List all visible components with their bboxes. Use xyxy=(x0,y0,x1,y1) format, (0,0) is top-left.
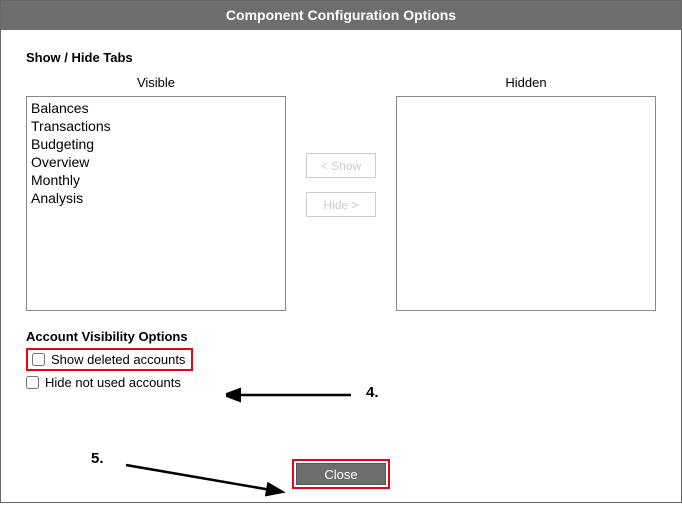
hidden-column: Hidden xyxy=(396,75,656,311)
account-visibility-title: Account Visibility Options xyxy=(26,329,656,344)
show-deleted-checkbox[interactable] xyxy=(32,353,45,366)
hide-unused-label: Hide not used accounts xyxy=(45,375,181,390)
list-item[interactable]: Analysis xyxy=(31,189,281,207)
highlight-close: Close xyxy=(292,459,390,489)
account-visibility-section: Account Visibility Options Show deleted … xyxy=(26,329,656,390)
show-deleted-row: Show deleted accounts xyxy=(32,352,185,367)
visible-column: Visible BalancesTransactionsBudgetingOve… xyxy=(26,75,286,311)
hide-unused-checkbox[interactable] xyxy=(26,376,39,389)
list-item[interactable]: Balances xyxy=(31,99,281,117)
show-deleted-label: Show deleted accounts xyxy=(51,352,185,367)
hidden-listbox[interactable] xyxy=(396,96,656,311)
section-show-hide-tabs: Show / Hide Tabs xyxy=(26,50,656,65)
dialog-footer: Close xyxy=(1,459,681,489)
visible-listbox[interactable]: BalancesTransactionsBudgetingOverviewMon… xyxy=(26,96,286,311)
move-buttons-column: < Show Hide > xyxy=(286,75,396,217)
list-item[interactable]: Overview xyxy=(31,153,281,171)
visible-label: Visible xyxy=(137,75,175,90)
list-item[interactable]: Monthly xyxy=(31,171,281,189)
list-item[interactable]: Transactions xyxy=(31,117,281,135)
hide-button[interactable]: Hide > xyxy=(306,192,376,217)
dialog-title: Component Configuration Options xyxy=(1,1,681,30)
show-button[interactable]: < Show xyxy=(306,153,376,178)
hidden-label: Hidden xyxy=(505,75,546,90)
lists-row: Visible BalancesTransactionsBudgetingOve… xyxy=(26,75,656,311)
close-button[interactable]: Close xyxy=(296,463,386,485)
dialog-window: Component Configuration Options Show / H… xyxy=(0,0,682,503)
hide-unused-row: Hide not used accounts xyxy=(26,375,656,390)
list-item[interactable]: Budgeting xyxy=(31,135,281,153)
dialog-content: Show / Hide Tabs Visible BalancesTransac… xyxy=(1,30,681,501)
highlight-show-deleted: Show deleted accounts xyxy=(26,348,193,371)
